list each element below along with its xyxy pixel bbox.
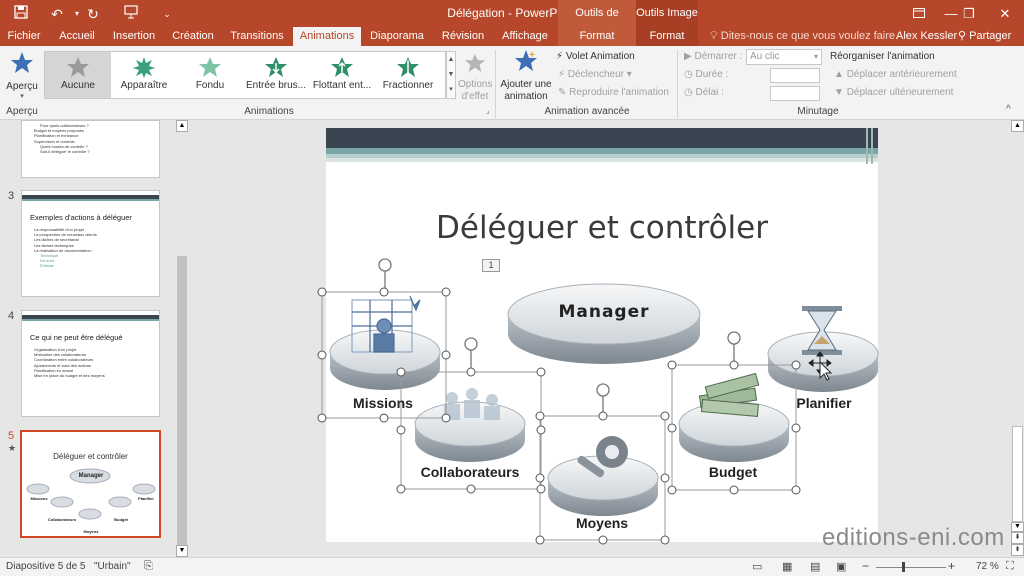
scroll-thumb[interactable] bbox=[1012, 426, 1023, 522]
scroll-up-icon[interactable]: ▲ bbox=[1011, 120, 1024, 132]
zoom-level[interactable]: 72 % bbox=[976, 561, 999, 572]
spellcheck-icon[interactable]: ⎘ bbox=[144, 560, 153, 573]
theme-name: "Urbain" bbox=[94, 561, 131, 572]
missions-label: Missions bbox=[353, 395, 413, 411]
reading-view-icon[interactable]: ▤ bbox=[810, 560, 820, 573]
status-bar: Diapositive 5 de 5 "Urbain" ⎘ ▭ ▦ ▤ ▣ − … bbox=[0, 557, 1024, 576]
moyens-label: Moyens bbox=[575, 515, 629, 531]
zoom-slider-thumb[interactable] bbox=[902, 562, 905, 572]
zoom-in-icon[interactable]: + bbox=[948, 559, 955, 573]
scroll-down-icon[interactable]: ▼ bbox=[1011, 522, 1024, 532]
budget-label: Budget bbox=[708, 464, 758, 480]
manager-disk[interactable] bbox=[507, 283, 701, 364]
previous-slide-icon[interactable]: ⇞ bbox=[1011, 532, 1024, 544]
watermark-text: editions-eni.com bbox=[822, 524, 1005, 551]
zoom-slider[interactable] bbox=[876, 567, 946, 568]
collaborateurs-clipart-icon bbox=[444, 388, 500, 420]
next-slide-icon[interactable]: ⇟ bbox=[1011, 544, 1024, 556]
collaborateurs-label: Collaborateurs bbox=[420, 464, 520, 480]
slide-count: Diapositive 5 de 5 bbox=[6, 561, 86, 572]
planifier-label: Planifier bbox=[796, 395, 852, 411]
manager-label: Manager bbox=[558, 302, 650, 322]
fit-slide-icon[interactable]: ⛶ bbox=[1006, 560, 1014, 573]
zoom-out-icon[interactable]: − bbox=[862, 559, 869, 573]
editor-scrollbar[interactable]: ▲ ▼ ⇞ ⇟ bbox=[1011, 120, 1024, 557]
diagram-graphics bbox=[317, 258, 879, 545]
slide-sorter-icon[interactable]: ▦ bbox=[782, 560, 792, 573]
normal-view-icon[interactable]: ▭ bbox=[752, 560, 762, 573]
money-stack-icon bbox=[698, 372, 760, 417]
slideshow-view-icon[interactable]: ▣ bbox=[836, 560, 846, 573]
